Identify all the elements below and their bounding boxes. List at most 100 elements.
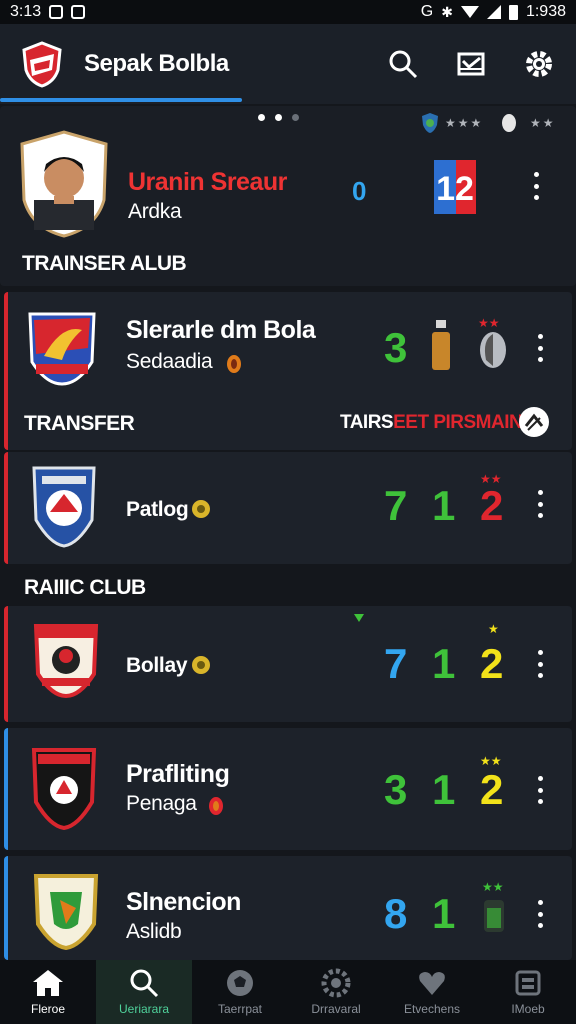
transfer-banner-part2: EET PIRSMAIN — [393, 412, 523, 433]
search-icon[interactable] — [386, 47, 420, 81]
nav-matches-label: Drravaral — [311, 1002, 361, 1016]
search-icon — [130, 969, 159, 998]
settings-gear-icon[interactable] — [522, 47, 556, 81]
featured-name-first: Uranin — [128, 168, 205, 196]
club-score-2: 1 — [432, 890, 456, 937]
nav-home-label: Fleroe — [30, 1002, 65, 1016]
nav-search[interactable]: Ueriarara — [96, 960, 192, 1024]
transfer-banner-part1: TAIRS — [340, 412, 394, 433]
club-name: Patlog — [126, 498, 189, 521]
status-bar: 3:13 G ✱ 1:938 — [0, 0, 576, 24]
club-crest-icon — [33, 874, 99, 950]
club-card[interactable]: Prafliting Penaga 3 1 ★★ 2 — [4, 728, 572, 850]
club-more-menu[interactable] — [532, 650, 548, 678]
club-score-2: 1 — [432, 482, 456, 529]
home-icon — [33, 970, 63, 996]
nav-search-label: Ueriarara — [118, 1002, 169, 1016]
club-score-1: 7 — [384, 482, 408, 529]
rating-stars-red: ★★ — [478, 316, 500, 330]
club-name: Bollay — [126, 654, 188, 677]
heart-icon — [419, 972, 445, 995]
club-card[interactable]: Slerarle dm Bola Sedaadia 3 ★★ TRANSFER … — [4, 292, 572, 450]
club-more-menu[interactable] — [532, 900, 548, 928]
nav-teams[interactable]: Taerrpat — [192, 960, 288, 1024]
rating-stars-small: ★★ — [530, 116, 556, 130]
club-more-menu[interactable] — [532, 776, 548, 804]
club-jersey-icon: 12 — [434, 160, 476, 214]
app-title: Sepak Bolbla — [84, 50, 229, 77]
signal-icon — [486, 5, 501, 19]
club-score-2: 1 — [432, 640, 456, 687]
featured-score: 0 — [352, 176, 367, 206]
rating-star-yellow: ★ — [488, 622, 499, 636]
nav-teams-label: Taerrpat — [217, 1002, 263, 1016]
club-score: 3 — [384, 324, 408, 371]
nav-matches[interactable]: Drravaral — [288, 960, 384, 1024]
swap-icon[interactable] — [518, 406, 550, 438]
bottle-icon — [484, 900, 504, 932]
app-bar: Sepak Bolbla — [0, 24, 576, 104]
club-name: Slnencion — [126, 888, 241, 916]
club-score-3: 2 — [480, 482, 504, 529]
gear-ball-icon — [321, 968, 351, 998]
medal-icon — [209, 797, 223, 815]
shield-badge-icon — [422, 113, 438, 133]
medal-icon — [227, 355, 241, 373]
bluetooth-icon: ✱ — [441, 3, 453, 20]
club-card[interactable]: Bollay 7 1 ★ 2 — [4, 606, 572, 722]
helmet-icon — [480, 332, 506, 368]
trophy-icon — [502, 114, 516, 132]
featured-footer-label: TRAINSER ALUB — [22, 252, 187, 275]
club-more-menu[interactable] — [532, 490, 548, 518]
club-score-1: 8 — [384, 890, 408, 937]
notification-icon — [49, 5, 64, 19]
nav-more-label: IMoeb — [511, 1002, 545, 1016]
profile-icon — [515, 970, 541, 996]
gallery-icon — [71, 5, 86, 19]
club-subtitle: Sedaadia — [126, 350, 213, 373]
club-crest-icon — [32, 466, 96, 548]
pager-dots — [258, 114, 299, 121]
club-score-3: 2 — [480, 640, 504, 687]
nav-home[interactable]: Fleroe — [0, 960, 96, 1024]
featured-player-name: Uranin Sreaur — [128, 168, 287, 197]
featured-subtitle: Ardka — [128, 200, 182, 223]
status-time: 3:13 — [10, 3, 42, 20]
tab-indicator — [0, 98, 242, 102]
app-logo-icon — [22, 41, 62, 88]
club-score-1: 3 — [384, 766, 408, 813]
section-label-club: RAIIIC CLUB — [24, 576, 146, 599]
medal-icon — [192, 500, 210, 518]
club-score-3: 2 — [480, 766, 504, 813]
club-more-menu[interactable] — [532, 334, 548, 362]
rating-stars: ★★★ — [445, 116, 484, 130]
nav-events-label: Etvechens — [403, 1002, 461, 1016]
featured-card[interactable]: ★★★ ★★ Uranin Sreaur Ardka 0 12 TRAINSER… — [0, 106, 576, 286]
inbox-icon[interactable] — [454, 47, 488, 81]
club-crest-icon — [33, 624, 99, 698]
nav-events[interactable]: Etvechens — [384, 960, 480, 1024]
ball-icon — [227, 970, 253, 996]
club-name: Slerarle dm Bola — [126, 316, 316, 344]
bottle-icon — [432, 320, 450, 370]
bottom-navigation: Fleroe Ueriarara Taerrpat Drravaral Etve… — [0, 960, 576, 1024]
club-subtitle: Aslidb — [126, 920, 182, 943]
status-clock: 1:938 — [525, 3, 566, 20]
club-score-2: 1 — [432, 766, 456, 813]
club-crest-icon — [31, 748, 97, 830]
featured-name-last: Sreaur — [210, 168, 288, 196]
club-name: Prafliting — [126, 760, 230, 788]
club-card[interactable]: Slnencion Aslidb 8 1 ★★ — [4, 856, 572, 960]
rank-marker-icon — [354, 614, 364, 622]
nav-more[interactable]: IMoeb — [480, 960, 576, 1024]
featured-more-menu[interactable] — [528, 172, 544, 200]
rating-stars-green: ★★ — [482, 880, 504, 894]
medal-icon — [192, 656, 210, 674]
club-score-1: 7 — [384, 640, 408, 687]
transfer-banner: TAIRSEET PIRSMAIN — [340, 412, 523, 434]
carrier-icon: G — [420, 3, 434, 20]
club-subtitle: Penaga — [126, 792, 197, 815]
club-crest-icon — [28, 312, 96, 386]
battery-icon — [508, 4, 518, 20]
club-card[interactable]: Patlog 7 1 ★★ 2 — [4, 452, 572, 564]
